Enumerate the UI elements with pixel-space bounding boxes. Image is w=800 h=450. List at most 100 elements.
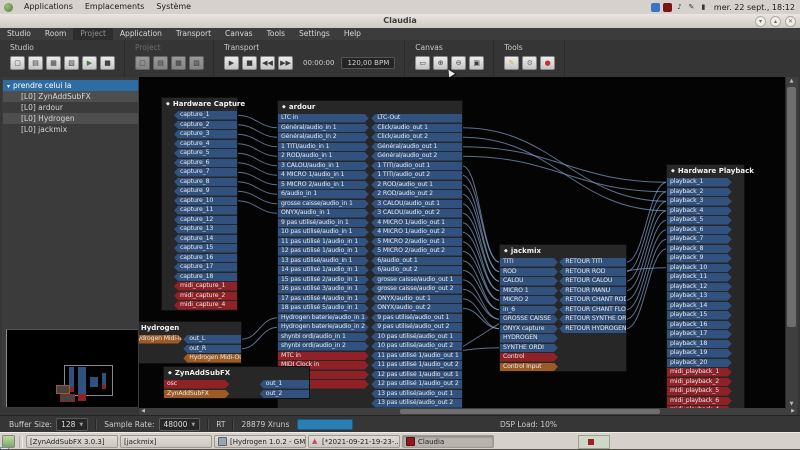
port-retour-titi[interactable]: RETOUR TITI	[559, 258, 626, 267]
port-midi-capture-4[interactable]: midi_capture_4	[174, 301, 237, 310]
port-11-pas-utilis-1-audio-out-2[interactable]: 11 pas utilisé 1/audio_out 2	[371, 361, 462, 370]
xrun-clear-button[interactable]: ●	[540, 56, 555, 70]
port-midi-playback-2[interactable]: midi_playback_2	[667, 378, 732, 387]
transport-play-button[interactable]: ▶	[224, 56, 239, 70]
tablet-icon[interactable]: ✎	[687, 3, 696, 12]
save-studio-as-button[interactable]: ▧	[64, 56, 79, 70]
panel-menu-syst-me[interactable]: Système	[150, 0, 197, 14]
port-onyx-capture[interactable]: ONYX capture	[500, 325, 558, 334]
buffer-size-select[interactable]: 128 ▼	[56, 418, 88, 431]
node-header[interactable]: ◆Hardware Capture	[162, 98, 237, 111]
port-4-micro-1-audio-out-1[interactable]: 4 MICRO 1/audio_out 1	[371, 219, 462, 228]
port-midi-playback-5[interactable]: midi_playback_5	[667, 387, 732, 396]
port-capture-10[interactable]: capture_10	[174, 197, 237, 206]
port-1-titi-audio-out-2[interactable]: 1 TITI/audio_out 2	[371, 171, 462, 180]
port-13-pas-utilis-audio-in-1[interactable]: 13 pas utilisé/audio_in 1	[278, 257, 369, 266]
port-hydrogen-midi-out[interactable]: Hydrogen Midi-Out	[183, 354, 241, 363]
port-retour-chant-flo[interactable]: RETOUR CHANT FLO	[559, 306, 626, 315]
port-3-calou-audio-in-1[interactable]: 3 CALOU/audio_in 1	[278, 162, 369, 171]
panel-menu-emplacements[interactable]: Emplacements	[79, 0, 150, 14]
port-in-6[interactable]: in_6	[500, 306, 558, 315]
port-capture-6[interactable]: capture_6	[174, 159, 237, 168]
vertical-scroll-thumb[interactable]	[787, 87, 796, 327]
port-2-rod-audio-out-1[interactable]: 2 ROD/audio_out 1	[371, 181, 462, 190]
port-playback-6[interactable]: playback_6	[667, 226, 732, 235]
port-midi-playback-1[interactable]: midi_playback_1	[667, 368, 732, 377]
node-header[interactable]: ◆Hardware Playback	[667, 165, 744, 178]
port-playback-10[interactable]: playback_10	[667, 264, 732, 273]
port-playback-20[interactable]: playback_20	[667, 359, 732, 368]
port-retour-hydrogen[interactable]: RETOUR HYDROGEN	[559, 325, 626, 334]
port-playback-4[interactable]: playback_4	[667, 207, 732, 216]
port-capture-11[interactable]: capture_11	[174, 206, 237, 215]
menu-application[interactable]: Application	[113, 28, 169, 40]
sample-rate-select[interactable]: 48000 ▼	[159, 418, 201, 431]
port-14-pas-utilis-1-audio-in-1[interactable]: 14 pas utilisé 1/audio_in 1	[278, 266, 369, 275]
port-playback-15[interactable]: playback_15	[667, 311, 732, 320]
port-rod[interactable]: ROD	[500, 268, 558, 277]
port-onyx-audio-out-1[interactable]: ONYX/audio_out 1	[371, 295, 462, 304]
port-capture-1[interactable]: capture_1	[174, 111, 237, 120]
port-ltc-in[interactable]: LTC in	[278, 114, 369, 123]
port-capture-5[interactable]: capture_5	[174, 149, 237, 158]
node-header[interactable]: ◆ZynAddSubFX	[164, 367, 309, 380]
port-capture-7[interactable]: capture_7	[174, 168, 237, 177]
node-ardour[interactable]: ◆ardourLTC inGénéral/audio_in 1Général/a…	[277, 100, 463, 408]
port-6-audio-in-1[interactable]: 6/audio_in 1	[278, 190, 369, 199]
port-control[interactable]: Control	[500, 353, 558, 362]
taskbar-button-claudia[interactable]: Claudia	[402, 435, 494, 448]
port-playback-8[interactable]: playback_8	[667, 245, 732, 254]
transport-stop-button[interactable]: ■	[242, 56, 257, 70]
port-click-audio-out-1[interactable]: Click/audio_out 1	[371, 124, 462, 133]
port-playback-16[interactable]: playback_16	[667, 321, 732, 330]
port-synthe-ordi[interactable]: SYNTHE ORDI	[500, 344, 558, 353]
port-12-pas-utilis-1-audio-out-1[interactable]: 12 pas utilisé 1/audio_out 1	[371, 371, 462, 380]
port-playback-9[interactable]: playback_9	[667, 254, 732, 263]
taskbar-button-2021-09-21-19-23[interactable]: ▲[*2021-09-21-19-23-...	[308, 435, 400, 448]
port-2-rod-audio-out-2[interactable]: 2 ROD/audio_out 2	[371, 190, 462, 199]
bluetooth-icon[interactable]	[651, 3, 660, 12]
workspace-switcher[interactable]	[578, 435, 610, 449]
stop-studio-button[interactable]: ■	[100, 56, 115, 70]
menu-canvas[interactable]: Canvas	[218, 28, 260, 40]
menu-tools[interactable]: Tools	[260, 28, 292, 40]
port-1-titi-audio-in-1[interactable]: 1 TITI/audio_in 1	[278, 143, 369, 152]
port-capture-4[interactable]: capture_4	[174, 140, 237, 149]
port-4-micro-1-audio-in-1[interactable]: 4 MICRO 1/audio_in 1	[278, 171, 369, 180]
port-ltc-out[interactable]: LTC-Out	[371, 114, 462, 123]
port-grosse-caisse-audio-in-1[interactable]: grosse caisse/audio_in 1	[278, 200, 369, 209]
recorder-icon[interactable]	[663, 3, 672, 12]
port-retour-calou[interactable]: RETOUR CALOU	[559, 277, 626, 286]
port-10-pas-utilis-audio-in-1[interactable]: 10 pas utilisé/audio_in 1	[278, 228, 369, 237]
port-grosse-caisse[interactable]: GROSSE CAISSE	[500, 315, 558, 324]
port-grosse-caisse-audio-out-1[interactable]: grosse caisse/audio_out 1	[371, 276, 462, 285]
menu-project[interactable]: Project	[73, 28, 113, 40]
port-6-audio-out-1[interactable]: 6/audio_out 1	[371, 257, 462, 266]
port-13-pas-utilis-audio-out-1[interactable]: 13 pas utilisé/audio_out 1	[371, 390, 462, 399]
port-5-micro-2-audio-in-1[interactable]: 5 MICRO 2/audio_in 1	[278, 181, 369, 190]
menu-room[interactable]: Room	[38, 28, 73, 40]
port-out-r[interactable]: out_R	[183, 345, 241, 354]
port-11-pas-utilis-1-audio-out-1[interactable]: 11 pas utilisé 1/audio_out 1	[371, 352, 462, 361]
scroll-right-icon[interactable]: ▶	[789, 408, 797, 415]
tree-item-l0-hydrogen[interactable]: [L0] Hydrogen	[3, 113, 138, 124]
port-capture-8[interactable]: capture_8	[174, 178, 237, 187]
port-calou[interactable]: CALOU	[500, 277, 558, 286]
port-hydrogen-midi-in[interactable]: Hydrogen Midi-In	[139, 335, 182, 344]
close-button[interactable]: ✕	[785, 16, 796, 27]
port-18-pas-utilis-5-audio-in-1[interactable]: 18 pas utilisé 5/audio_in 1	[278, 304, 369, 313]
port-retour-rod[interactable]: RETOUR ROD	[559, 268, 626, 277]
save-project-as-button[interactable]: ▧	[189, 56, 204, 70]
port-playback-1[interactable]: playback_1	[667, 178, 732, 187]
port-retour-chant-rod[interactable]: RETOUR CHANT ROD	[559, 296, 626, 305]
zoom-in-button[interactable]: ⊕	[433, 56, 448, 70]
open-project-button[interactable]: ▤	[153, 56, 168, 70]
zoom-100-button[interactable]: ▣	[469, 56, 484, 70]
patchbay-canvas[interactable]: ◆Hardware Capturecapture_1capture_2captu…	[139, 77, 785, 408]
new-project-button[interactable]: ▢	[135, 56, 150, 70]
taskbar-button-zynaddsubfx-3-0-3[interactable]: [ZynAddSubFX 3.0.3]	[26, 435, 118, 448]
port-g-n-ral-audio-in-1[interactable]: Général/audio_in 1	[278, 124, 369, 133]
panel-menu-applications[interactable]: Applications	[18, 0, 79, 14]
taskbar-button-jackmix[interactable]: [jackmix]	[120, 435, 212, 448]
port-playback-12[interactable]: playback_12	[667, 283, 732, 292]
